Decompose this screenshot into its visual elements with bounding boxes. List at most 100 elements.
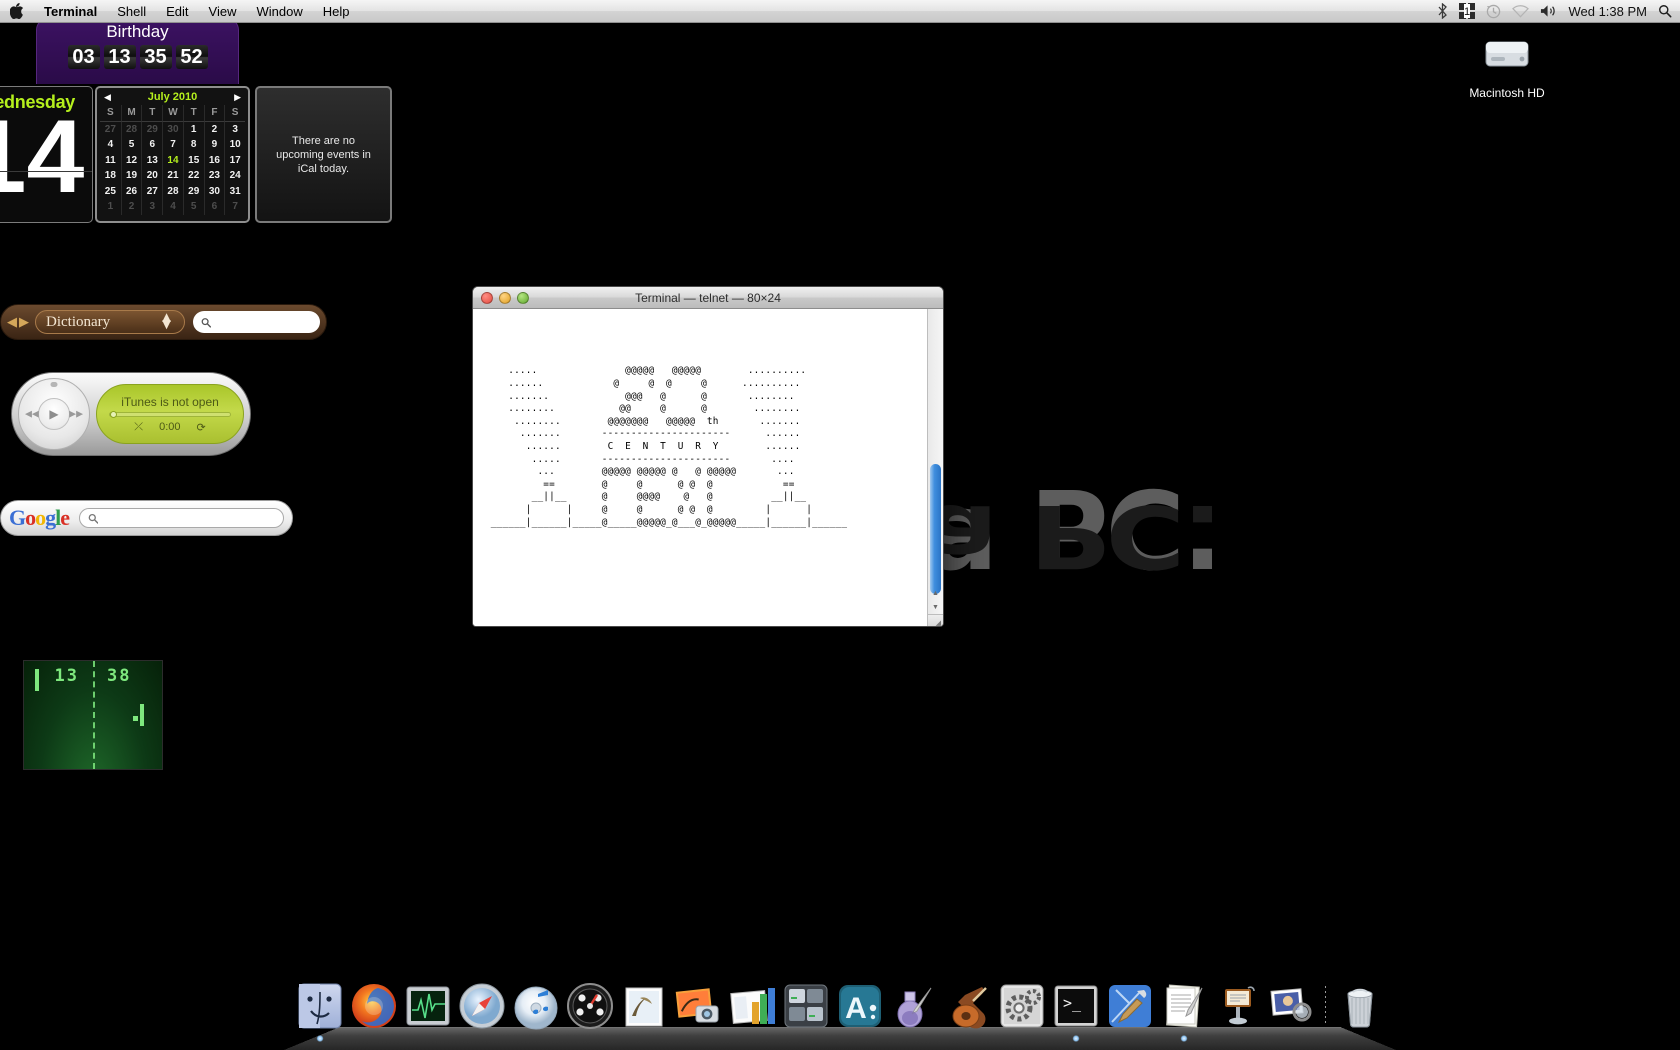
google-search-widget[interactable]: Google (0, 500, 293, 536)
dictionary-back-icon[interactable]: ◀ (7, 314, 17, 330)
macintosh-hd-desktop-icon[interactable]: Macintosh HD (1452, 30, 1562, 100)
calendar-day-cell[interactable]: 13 (141, 152, 162, 168)
calendar-day-cell[interactable]: 29 (141, 121, 162, 137)
calendar-day-cell[interactable]: 16 (203, 152, 225, 168)
dock-item-textedit[interactable] (1158, 980, 1210, 1042)
google-search-box[interactable] (79, 508, 284, 528)
dock-item-system-preferences[interactable] (996, 980, 1048, 1032)
itunes-progress-bar[interactable] (108, 410, 232, 418)
dock-item-ink[interactable] (888, 980, 940, 1032)
dock-item-activity-monitor[interactable] (402, 980, 454, 1032)
calendar-day-cell[interactable]: 28 (162, 183, 183, 199)
calendar-day-cell[interactable]: 14 (162, 152, 183, 168)
dock-item-keynote[interactable] (1212, 980, 1264, 1032)
dock-item-iphoto[interactable] (672, 980, 724, 1032)
dock-item-dashboard[interactable] (564, 980, 616, 1032)
pong-game-widget[interactable]: 13 38 (23, 660, 163, 770)
calendar-day-cell[interactable]: 1 (182, 121, 204, 137)
dictionary-search-input[interactable] (211, 316, 312, 328)
menu-window[interactable]: Window (247, 0, 313, 22)
terminal-window[interactable]: Terminal — telnet — 80×24 ..... @@@@@ @@… (472, 286, 944, 627)
menu-view[interactable]: View (199, 0, 247, 22)
bluetooth-icon[interactable] (1437, 3, 1448, 19)
calendar-day-cell[interactable]: 9 (203, 137, 225, 153)
menu-shell[interactable]: Shell (107, 0, 156, 22)
birthday-countdown-widget[interactable]: Birthday 03 13 35 52 (36, 18, 239, 84)
dock-item-terminal[interactable]: >_ (1050, 980, 1102, 1042)
calendar-day-cell[interactable]: 21 (162, 168, 183, 184)
time-machine-icon[interactable] (1486, 4, 1501, 19)
next-track-icon[interactable]: ▶▶ (69, 409, 83, 420)
calendar-day-cell[interactable]: 2 (120, 199, 142, 215)
dock-item-firefox[interactable] (348, 980, 400, 1032)
dock-item-numbers[interactable] (726, 980, 778, 1032)
calendar-day-cell[interactable]: 17 (224, 152, 245, 168)
itunes-widget[interactable]: ◀◀ ▶▶ ▶ iTunes is not open ⤫ 0:00 ⟳ (11, 372, 251, 456)
google-search-input[interactable] (98, 512, 275, 524)
dock-item-mail[interactable] (618, 980, 670, 1032)
dictionary-forward-icon[interactable]: ▶ (19, 314, 29, 330)
dock-item-trash[interactable] (1334, 980, 1386, 1032)
dictionary-nav-arrows[interactable]: ◀ ▶ (7, 314, 29, 330)
ical-events-widget[interactable]: There are no upcoming events in iCal tod… (255, 86, 392, 223)
calendar-day-cell[interactable]: 4 (162, 199, 183, 215)
calendar-day-cell[interactable]: 7 (224, 199, 245, 215)
menu-edit[interactable]: Edit (156, 0, 198, 22)
calendar-day-cell[interactable]: 5 (120, 137, 142, 153)
calendar-day-cell[interactable]: 25 (100, 184, 121, 200)
calendar-day-cell[interactable]: 4 (100, 137, 121, 153)
calendar-day-cell[interactable]: 22 (182, 168, 204, 184)
itunes-progress-knob[interactable] (109, 410, 117, 418)
calendar-day-cell[interactable]: 10 (224, 137, 245, 153)
calendar-day-cell[interactable]: 15 (182, 152, 204, 168)
dock-item-garageband[interactable] (942, 980, 994, 1032)
pong-paddle-left[interactable] (35, 669, 39, 691)
scroll-down-arrow-icon[interactable]: ▼ (928, 600, 943, 614)
terminal-title-bar[interactable]: Terminal — telnet — 80×24 (473, 287, 943, 309)
calendar-day-cell[interactable]: 31 (224, 183, 245, 199)
calendar-day-cell[interactable]: 29 (182, 183, 204, 199)
calendar-day-cell[interactable]: 2 (203, 121, 225, 137)
calendar-day-cell[interactable]: 12 (120, 152, 142, 168)
dictionary-widget[interactable]: ◀ ▶ Dictionary ▲ ▼ (0, 304, 327, 340)
calendar-day-cell[interactable]: 26 (120, 183, 142, 199)
spotlight-search-icon[interactable] (1658, 4, 1672, 18)
dock-item-finder[interactable] (294, 980, 346, 1042)
calendar-day-cell[interactable]: 1 (100, 199, 121, 215)
calendar-day-cell[interactable]: 27 (100, 122, 121, 138)
calendar-day-cell[interactable]: 3 (141, 199, 162, 215)
menu-bar-clock[interactable]: Wed 1:38 PM (1568, 4, 1647, 19)
calendar-day-cell[interactable]: 30 (203, 183, 225, 199)
resize-grip[interactable]: ◢ (927, 614, 943, 626)
calendar-day-cell[interactable]: 30 (162, 121, 183, 137)
play-icon[interactable]: ▶ (38, 398, 70, 430)
calendar-day-cell[interactable]: 6 (203, 199, 225, 215)
calendar-day-cell[interactable]: 3 (224, 121, 245, 137)
scrollbar-thumb[interactable] (930, 464, 941, 594)
calendar-next-month-icon[interactable]: ▶ (234, 92, 241, 102)
calendar-day-cell[interactable]: 7 (162, 137, 183, 153)
scroll-up-arrow-icon[interactable]: ▲ (928, 586, 943, 600)
date-widget[interactable]: Wednesday 14 (0, 86, 93, 223)
terminal-scrollbar[interactable]: ▲ ▼ (927, 309, 943, 614)
volume-icon[interactable] (1540, 4, 1557, 18)
dock-item-preview[interactable] (1266, 980, 1318, 1032)
calendar-prev-month-icon[interactable]: ◀ (104, 92, 111, 102)
dock-item-itunes[interactable] (510, 980, 562, 1032)
calendar-day-cell[interactable]: 23 (203, 168, 225, 184)
itunes-click-wheel[interactable]: ◀◀ ▶▶ ▶ (18, 378, 90, 450)
dock-item-automator[interactable]: A (834, 980, 886, 1032)
menu-terminal[interactable]: Terminal (34, 0, 107, 22)
calendar-day-cell[interactable]: 8 (182, 137, 204, 153)
calendar-day-cell[interactable]: 19 (120, 168, 142, 184)
menu-help[interactable]: Help (313, 0, 360, 22)
dictionary-search-box[interactable] (193, 311, 320, 333)
terminal-body[interactable]: ..... @@@@@ @@@@@ .......... ...... @ @ … (473, 309, 943, 626)
dock-item-xcode[interactable] (1104, 980, 1156, 1032)
calendar-day-cell[interactable]: 20 (141, 168, 162, 184)
calendar-day-cell[interactable]: 6 (141, 137, 162, 153)
previous-track-icon[interactable]: ◀◀ (25, 409, 39, 420)
apple-menu-button[interactable] (0, 0, 34, 22)
shuffle-icon[interactable]: ⤫ (134, 421, 143, 434)
repeat-icon[interactable]: ⟳ (197, 421, 206, 434)
